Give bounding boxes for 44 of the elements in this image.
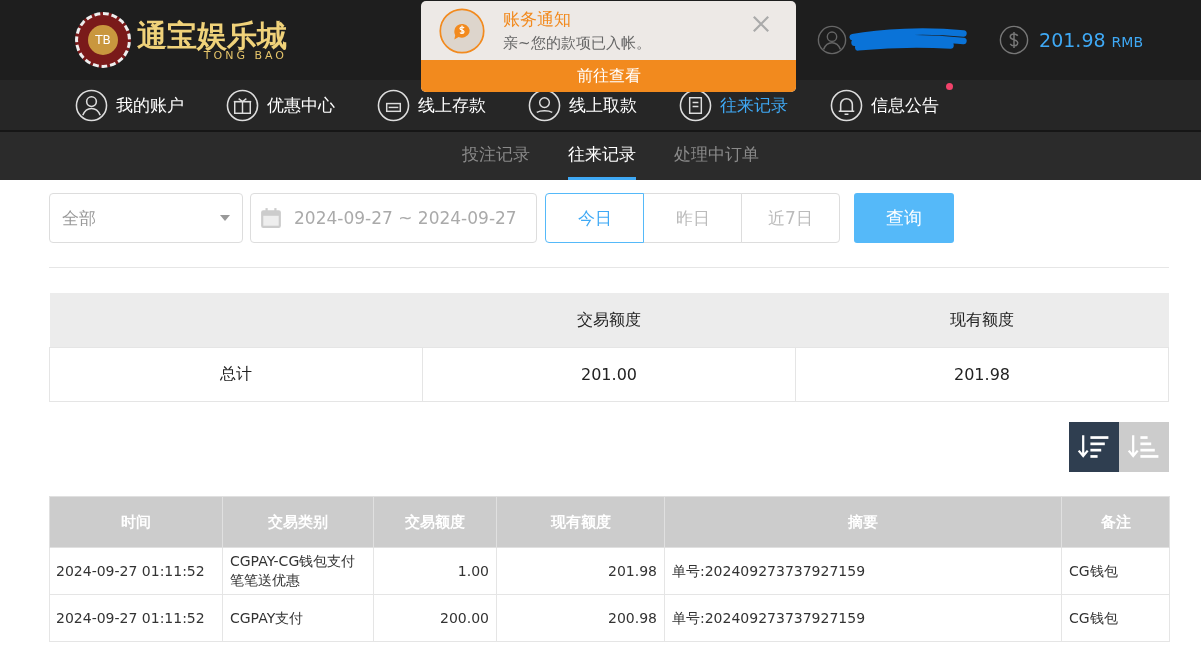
search-button[interactable]: 查询 [854,193,954,243]
gift-icon [226,88,259,122]
dollar-icon [999,25,1030,55]
table-cell: 200.98 [496,594,665,642]
user-icon [75,88,108,122]
column-header: 交易额度 [422,293,796,348]
notification-title: 账务通知 [503,8,572,31]
table-cell: 2024-09-27 01:11:52 [49,594,223,642]
cash-icon [377,88,410,122]
table-cell: CG钱包 [1061,547,1170,595]
table-cell: CGPAY支付 [222,594,374,642]
date-preset-button[interactable]: 今日 [545,193,644,243]
table-cell: CGPAY-CG钱包支付笔笔送优惠 [222,547,374,595]
balance-amount: 201.98 [1039,29,1106,51]
table-cell: 总计 [49,347,423,402]
view-button[interactable]: 前往查看 [421,60,796,92]
money-chat-icon [439,7,485,54]
nav-link[interactable]: 优惠中心 [226,88,335,122]
tab[interactable]: 往来记录 [568,132,636,180]
table-cell: 2024-09-27 01:11:52 [49,547,223,595]
date-range-field[interactable]: 2024-09-27 ~ 2024-09-27 [250,193,537,243]
table-cell: 1.00 [373,547,497,595]
column-header: 现有额度 [795,293,1169,348]
table-cell: 201.00 [422,347,796,402]
nav-link[interactable]: 信息公告 [830,88,939,122]
calendar-icon [260,207,282,229]
sort-descending-button[interactable] [1069,422,1119,472]
tab[interactable]: 投注记录 [462,132,530,180]
user-icon [817,25,848,55]
table-cell: 单号:202409273737927159 [664,594,1062,642]
close-icon[interactable] [752,15,770,33]
logo-badge-text: TB [88,25,118,55]
bell-icon [830,88,863,122]
table-cell: 单号:202409273737927159 [664,547,1062,595]
type-dropdown[interactable]: 全部 [49,193,243,243]
table-cell: 201.98 [496,547,665,595]
caret-icon [220,215,230,221]
tab[interactable]: 处理中订单 [674,132,759,180]
table-cell: 200.00 [373,594,497,642]
nav-link[interactable]: 我的账户 [75,88,184,122]
table-cell: 201.98 [795,347,1169,402]
notification-message: 亲~您的款项已入帐。 [503,34,651,53]
balance-currency: RMB [1111,33,1143,50]
table-cell: CG钱包 [1061,594,1170,642]
